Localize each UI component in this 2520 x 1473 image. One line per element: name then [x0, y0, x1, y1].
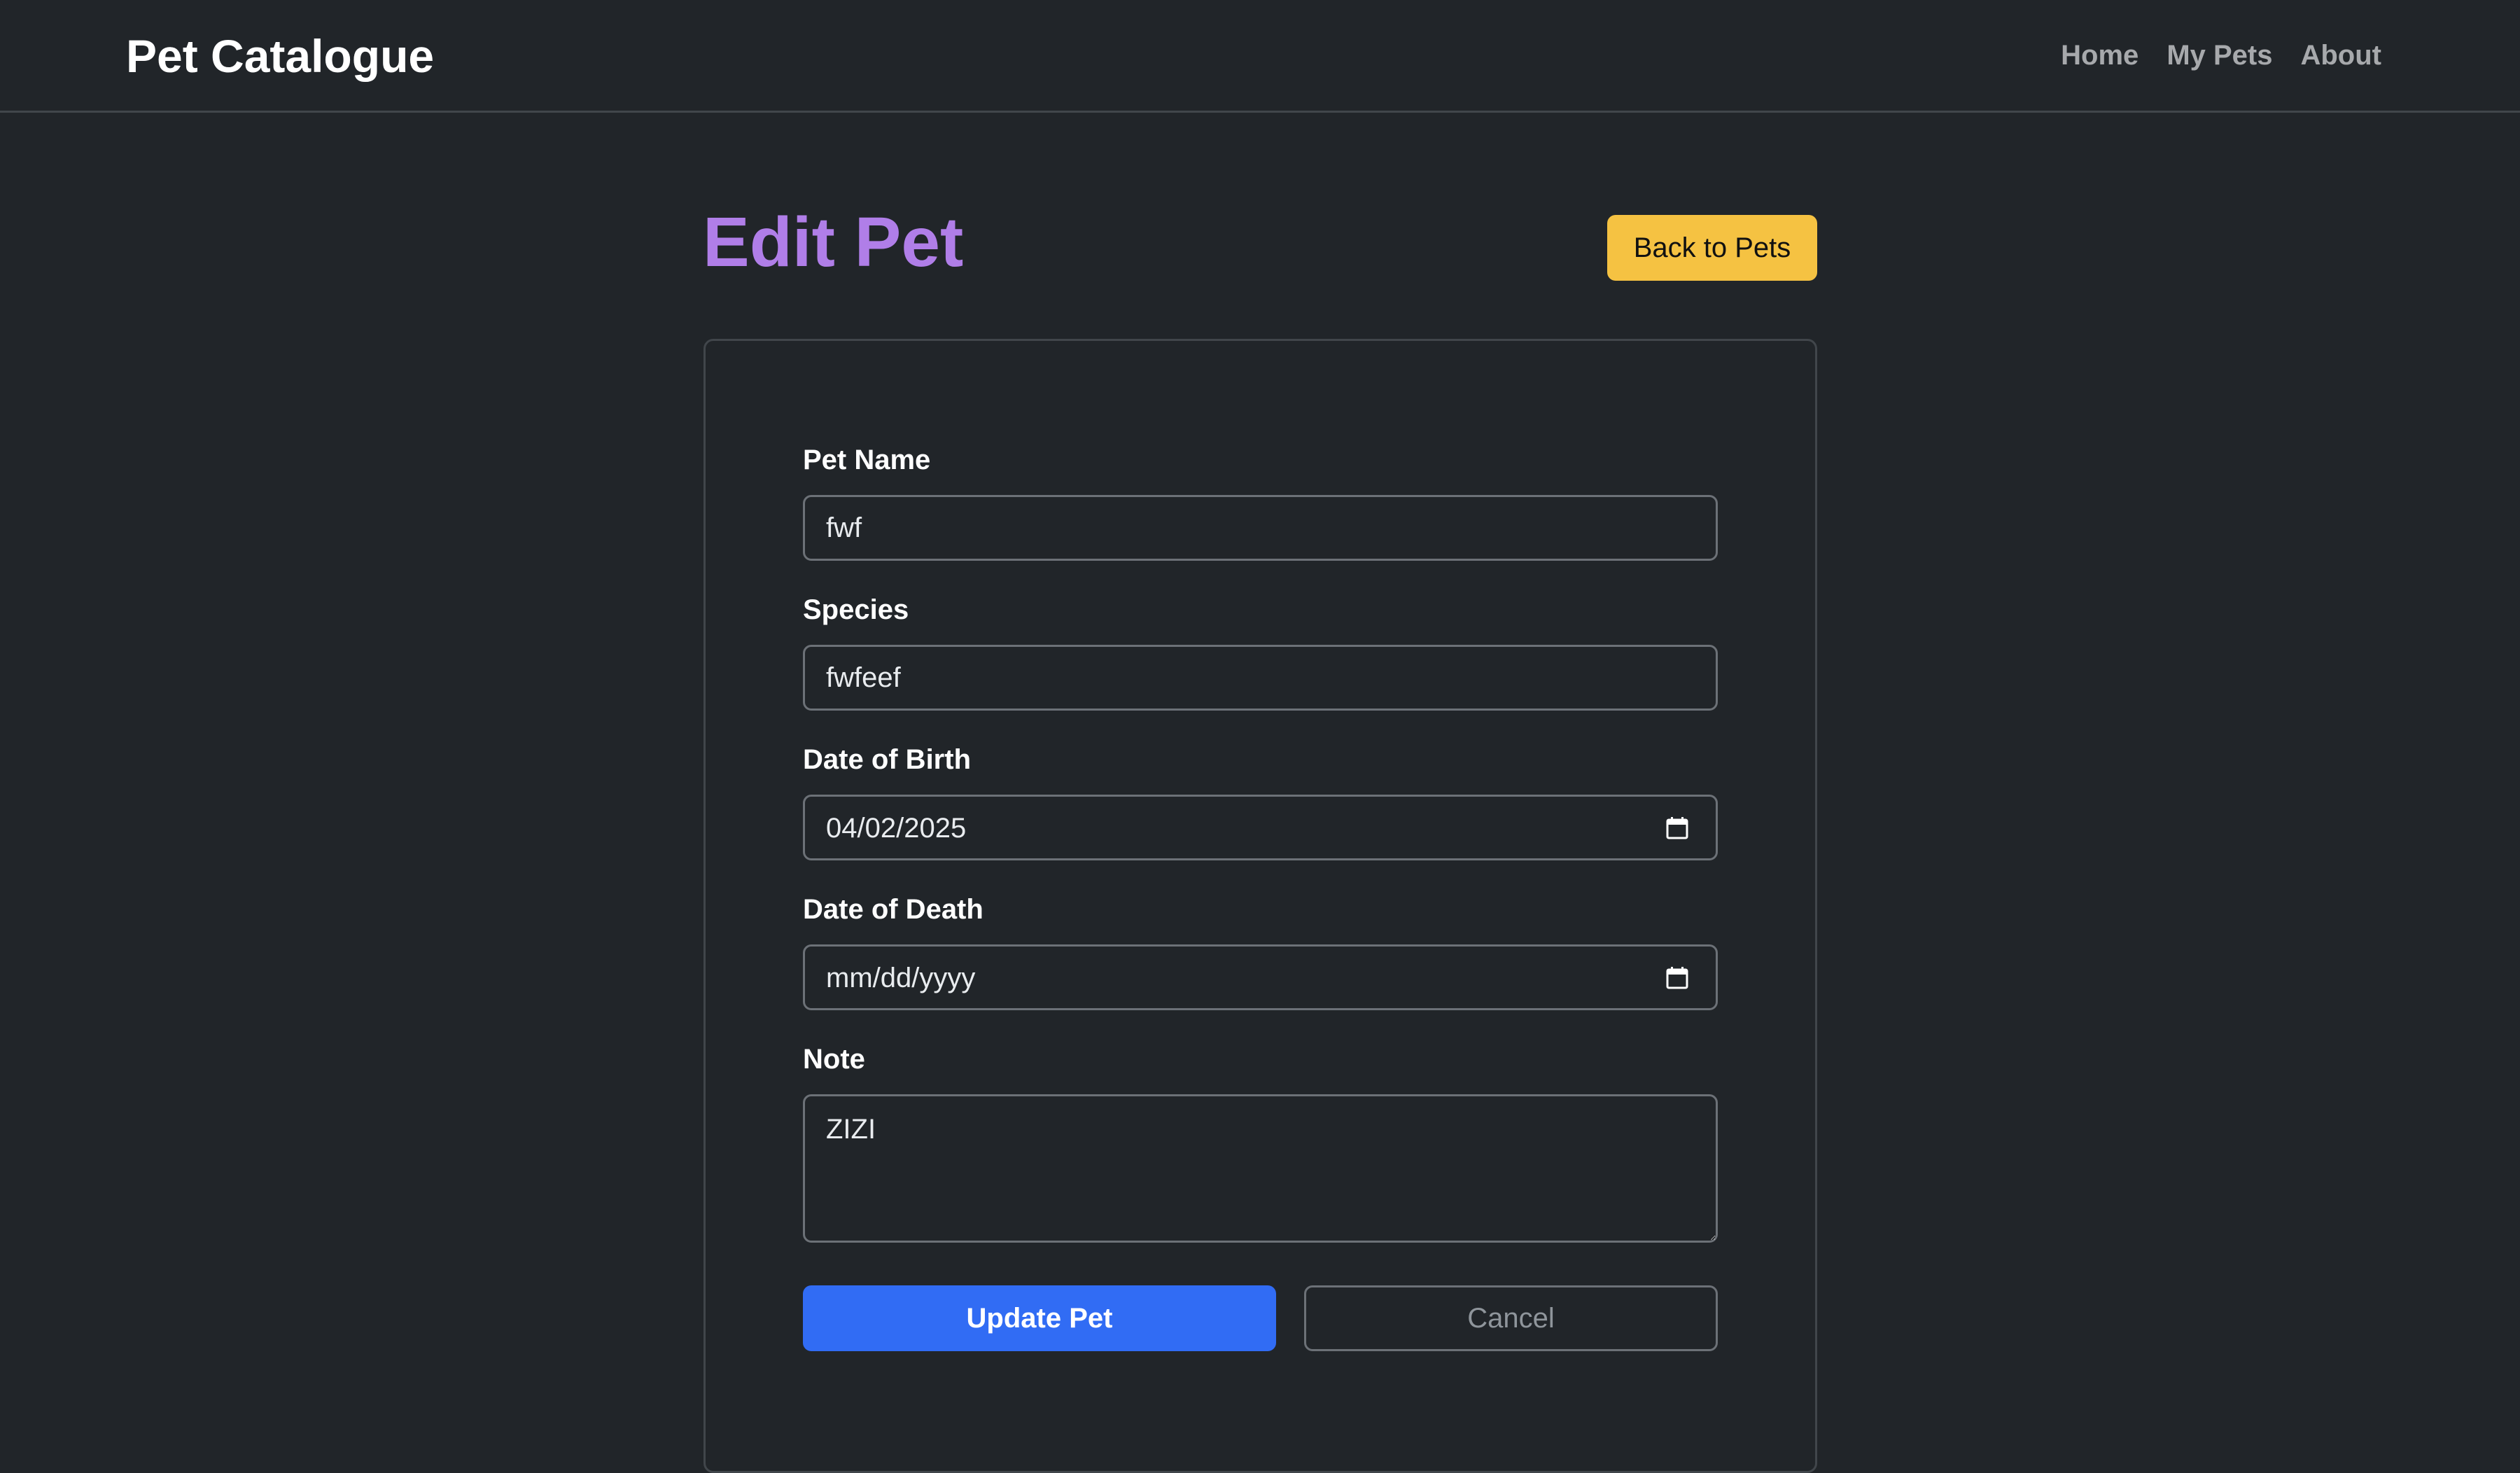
- note-textarea[interactable]: ZIZI: [803, 1094, 1718, 1243]
- date-of-death-placeholder: mm/dd/yyyy: [826, 963, 976, 993]
- date-of-birth-value: 04/02/2025: [826, 813, 967, 844]
- back-to-pets-button[interactable]: Back to Pets: [1607, 215, 1817, 281]
- date-of-death-label: Date of Death: [803, 894, 983, 925]
- calendar-icon[interactable]: [1665, 966, 1689, 990]
- pet-name-label: Pet Name: [803, 445, 931, 475]
- date-of-birth-label: Date of Birth: [803, 744, 971, 775]
- page-title: Edit Pet: [703, 203, 964, 281]
- brand-logo[interactable]: Pet Catalogue: [126, 28, 434, 84]
- species-input[interactable]: [803, 645, 1718, 711]
- date-of-birth-field[interactable]: 04/02/2025: [803, 795, 1718, 860]
- update-pet-button[interactable]: Update Pet: [803, 1285, 1276, 1351]
- nav-link-home[interactable]: Home: [2061, 35, 2138, 76]
- main-navigation: Home My Pets About: [2061, 35, 2381, 76]
- cancel-button[interactable]: Cancel: [1304, 1285, 1718, 1351]
- nav-link-my-pets[interactable]: My Pets: [2166, 35, 2272, 76]
- note-label: Note: [803, 1044, 865, 1075]
- top-navbar: Pet Catalogue Home My Pets About: [0, 0, 2520, 113]
- nav-link-about[interactable]: About: [2300, 35, 2381, 76]
- species-label: Species: [803, 594, 909, 625]
- date-of-death-field[interactable]: mm/dd/yyyy: [803, 944, 1718, 1010]
- calendar-icon[interactable]: [1665, 816, 1689, 840]
- pet-name-input[interactable]: [803, 495, 1718, 561]
